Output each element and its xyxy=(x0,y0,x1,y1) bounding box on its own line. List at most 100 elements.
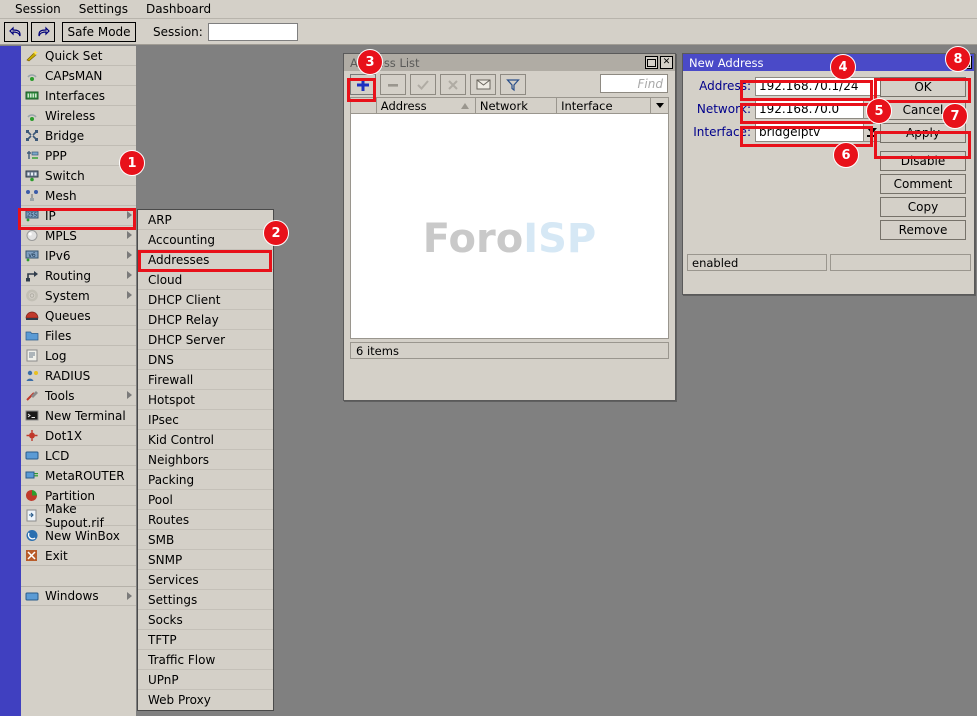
address-list-add-button[interactable] xyxy=(350,74,376,95)
new-address-disable-button[interactable]: Disable xyxy=(880,151,966,171)
new-address-interface-field[interactable]: bridgeiptv xyxy=(755,123,863,142)
sidebar-item-system[interactable]: System xyxy=(21,286,136,306)
menu-item-dashboard[interactable]: Dashboard xyxy=(137,1,220,17)
address-list-filter-button[interactable] xyxy=(500,74,526,95)
sidebar-item-log[interactable]: Log xyxy=(21,346,136,366)
new-address-apply-button[interactable]: Apply xyxy=(880,123,966,143)
close-icon[interactable]: ✕ xyxy=(660,56,673,69)
new-address-address-field[interactable]: 192.168.70.1/24 xyxy=(755,77,881,96)
safe-mode-button[interactable]: Safe Mode xyxy=(62,22,136,42)
new-address-cancel-button[interactable]: Cancel xyxy=(880,100,966,120)
sidebar-item-mpls[interactable]: MPLS xyxy=(21,226,136,246)
sidebar-item-label: Tools xyxy=(45,389,75,403)
address-list-find-input[interactable]: Find xyxy=(600,74,668,93)
column-header-flags[interactable] xyxy=(351,98,377,114)
ip-submenu-dhcp-client[interactable]: DHCP Client xyxy=(138,290,273,310)
triangle-up-icon xyxy=(867,106,877,112)
ip-submenu-packing[interactable]: Packing xyxy=(138,470,273,490)
sidebar-item-new-terminal[interactable]: New Terminal xyxy=(21,406,136,426)
sidebar-item-ipv6[interactable]: v6 IPv6 xyxy=(21,246,136,266)
sidebar-item-ppp[interactable]: PPP xyxy=(21,146,136,166)
session-input[interactable] xyxy=(208,23,298,41)
new-address-ok-button[interactable]: OK xyxy=(880,77,966,97)
address-list-enable-button[interactable] xyxy=(410,74,436,95)
maximize-icon[interactable] xyxy=(959,56,972,69)
log-icon xyxy=(24,349,40,363)
ip-submenu-smb[interactable]: SMB xyxy=(138,530,273,550)
new-address-copy-button[interactable]: Copy xyxy=(880,197,966,217)
sidebar-item-quick-set[interactable]: Quick Set xyxy=(21,46,136,66)
redo-button[interactable] xyxy=(31,22,55,42)
ip-255-icon: 255 xyxy=(24,209,40,223)
address-list-comment-button[interactable] xyxy=(470,74,496,95)
ip-submenu-dhcp-server[interactable]: DHCP Server xyxy=(138,330,273,350)
sidebar-item-capsman[interactable]: CAPsMAN xyxy=(21,66,136,86)
menu-item-session[interactable]: Session xyxy=(6,1,70,17)
address-list-grid[interactable]: ForoISP xyxy=(350,114,669,339)
sidebar-item-metarouter[interactable]: MetaROUTER xyxy=(21,466,136,486)
sidebar-item-interfaces[interactable]: Interfaces xyxy=(21,86,136,106)
ip-submenu-routes[interactable]: Routes xyxy=(138,510,273,530)
sidebar-item-queues[interactable]: Queues xyxy=(21,306,136,326)
new-address-comment-button[interactable]: Comment xyxy=(880,174,966,194)
ip-submenu-web-proxy[interactable]: Web Proxy xyxy=(138,690,273,710)
sidebar-item-windows[interactable]: Windows xyxy=(21,586,136,606)
sidebar-item-routing[interactable]: Routing xyxy=(21,266,136,286)
undo-button[interactable] xyxy=(4,22,28,42)
ip-submenu-settings[interactable]: Settings xyxy=(138,590,273,610)
ip-submenu-neighbors[interactable]: Neighbors xyxy=(138,450,273,470)
interface-label: Interface: xyxy=(687,125,751,139)
sidebar-item-wireless[interactable]: Wireless xyxy=(21,106,136,126)
address-list-remove-button[interactable] xyxy=(380,74,406,95)
ip-submenu-traffic-flow[interactable]: Traffic Flow xyxy=(138,650,273,670)
sidebar-item-files[interactable]: Files xyxy=(21,326,136,346)
column-header-network[interactable]: Network xyxy=(476,98,557,114)
sidebar-item-switch[interactable]: Switch xyxy=(21,166,136,186)
sidebar-item-label: New Terminal xyxy=(45,409,126,423)
ip-submenu-upnp[interactable]: UPnP xyxy=(138,670,273,690)
ip-submenu-dns[interactable]: DNS xyxy=(138,350,273,370)
sidebar-item-new-winbox[interactable]: New WinBox xyxy=(21,526,136,546)
ip-submenu-snmp[interactable]: SNMP xyxy=(138,550,273,570)
dot1x-icon xyxy=(24,429,40,443)
sidebar-item-make-supout[interactable]: Make Supout.rif xyxy=(21,506,136,526)
column-chooser-button[interactable] xyxy=(651,98,669,114)
ip-submenu-services[interactable]: Services xyxy=(138,570,273,590)
switch-icon xyxy=(24,169,40,183)
sidebar-item-label: Bridge xyxy=(45,129,84,143)
ip-submenu-hotspot[interactable]: Hotspot xyxy=(138,390,273,410)
ip-submenu-tftp[interactable]: TFTP xyxy=(138,630,273,650)
ip-submenu-arp[interactable]: ARP xyxy=(138,210,273,230)
sidebar-item-label: Files xyxy=(45,329,71,343)
sidebar-item-dot1x[interactable]: Dot1X xyxy=(21,426,136,446)
ip-submenu-kid-control[interactable]: Kid Control xyxy=(138,430,273,450)
maximize-icon[interactable] xyxy=(645,56,658,69)
new-address-titlebar[interactable]: New Address xyxy=(683,54,974,71)
column-header-address[interactable]: Address xyxy=(377,98,476,114)
sidebar-item-tools[interactable]: Tools xyxy=(21,386,136,406)
sidebar-item-radius[interactable]: RADIUS xyxy=(21,366,136,386)
sidebar-item-ip[interactable]: 255 IP xyxy=(21,206,136,226)
sidebar-item-exit[interactable]: Exit xyxy=(21,546,136,566)
network-spinner-up-button[interactable] xyxy=(863,100,881,119)
address-list-disable-button[interactable] xyxy=(440,74,466,95)
ip-submenu-accounting[interactable]: Accounting xyxy=(138,230,273,250)
ip-submenu-ipsec[interactable]: IPsec xyxy=(138,410,273,430)
new-address-remove-button[interactable]: Remove xyxy=(880,220,966,240)
sidebar-item-label: PPP xyxy=(45,149,67,163)
new-address-window: New Address Address: 192.168.70.1/24 Net… xyxy=(682,53,975,295)
menu-item-settings[interactable]: Settings xyxy=(70,1,137,17)
ip-submenu-socks[interactable]: Socks xyxy=(138,610,273,630)
ip-submenu-firewall[interactable]: Firewall xyxy=(138,370,273,390)
sidebar-item-mesh[interactable]: Mesh xyxy=(21,186,136,206)
sidebar-item-lcd[interactable]: LCD xyxy=(21,446,136,466)
ip-submenu-dhcp-relay[interactable]: DHCP Relay xyxy=(138,310,273,330)
ip-submenu-addresses[interactable]: Addresses xyxy=(138,250,273,270)
column-header-interface[interactable]: Interface xyxy=(557,98,651,114)
sidebar-item-bridge[interactable]: Bridge xyxy=(21,126,136,146)
ip-submenu-cloud[interactable]: Cloud xyxy=(138,270,273,290)
address-list-titlebar[interactable]: Address List ✕ xyxy=(344,54,675,71)
interface-dropdown-button[interactable] xyxy=(863,123,881,142)
ip-submenu-pool[interactable]: Pool xyxy=(138,490,273,510)
new-address-network-field[interactable]: 192.168.70.0 xyxy=(755,100,863,119)
